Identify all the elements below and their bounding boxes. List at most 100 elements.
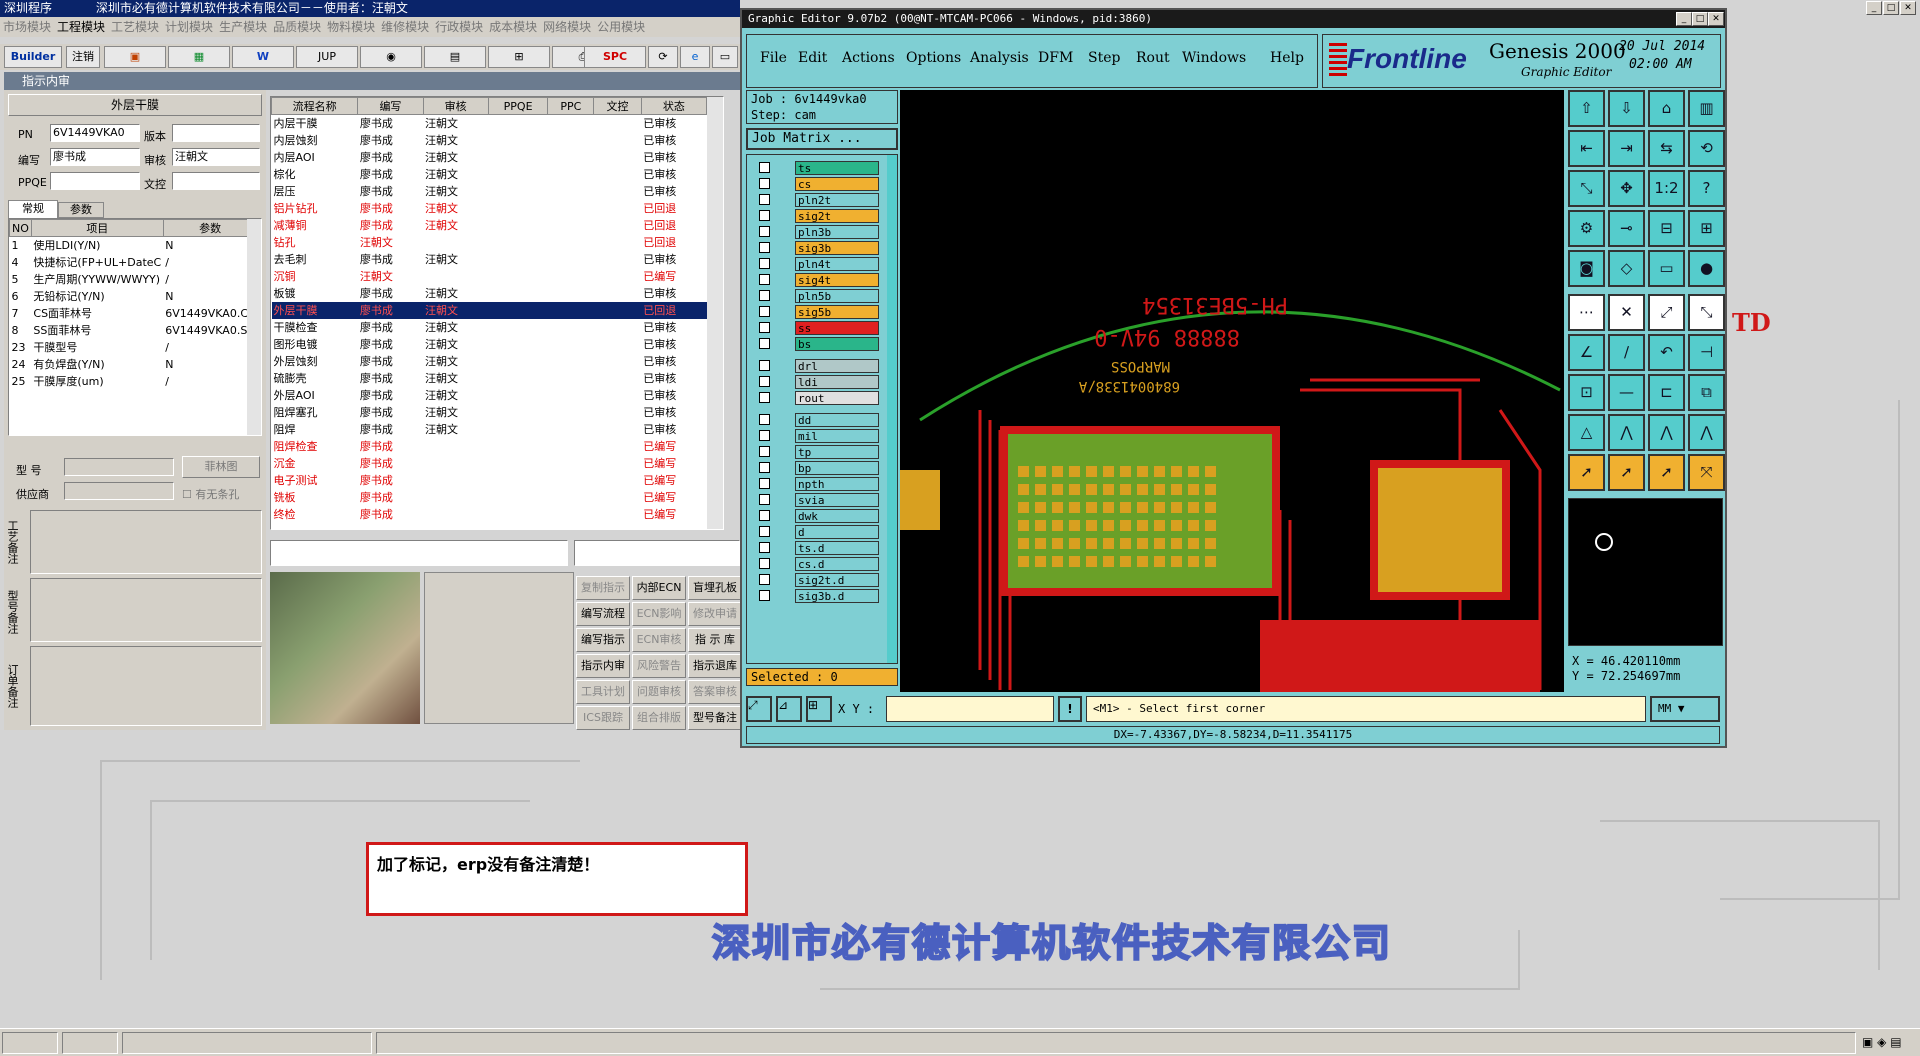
layer-checkbox[interactable] xyxy=(759,430,770,441)
tool-button-icon[interactable]: ? xyxy=(1688,170,1725,207)
layer-checkbox[interactable] xyxy=(759,478,770,489)
action-button[interactable]: 复制指示 xyxy=(576,576,630,600)
action-button[interactable]: 盲埋孔板 xyxy=(688,576,742,600)
layer-row[interactable]: sig2t xyxy=(759,209,879,223)
tool-button-icon[interactable]: ∕ xyxy=(1608,334,1645,371)
module-10[interactable]: 网络模块 xyxy=(543,20,591,34)
model-note-field[interactable] xyxy=(30,578,262,642)
excel-icon[interactable]: ▦ xyxy=(168,46,230,68)
doc-field[interactable] xyxy=(172,172,260,190)
action-button[interactable]: 工具计划 xyxy=(576,680,630,704)
process-note-field[interactable] xyxy=(30,510,262,574)
flow-filter-combo[interactable] xyxy=(270,540,568,566)
tool-button-icon[interactable]: ⊟ xyxy=(1648,210,1685,247)
layer-checkbox[interactable] xyxy=(759,306,770,317)
action-button[interactable]: 型号备注 xyxy=(688,706,742,730)
layer-checkbox[interactable] xyxy=(759,462,770,473)
action-button[interactable]: 编写流程 xyxy=(576,602,630,626)
param-scrollbar[interactable] xyxy=(247,219,261,435)
param-row[interactable]: 6 无铅标记(Y/N) N xyxy=(10,288,257,305)
action-button[interactable]: 编写指示 xyxy=(576,628,630,652)
flow-row[interactable]: 铝片钻孔 廖书成 汪朝文 已回退 xyxy=(272,200,707,217)
tool-button-icon[interactable]: ➚ xyxy=(1608,454,1645,491)
layer-row[interactable]: drl xyxy=(759,359,879,373)
window-icon[interactable]: ▭ xyxy=(712,46,738,68)
tool-button-icon[interactable]: ∠ xyxy=(1568,334,1605,371)
grid-icon[interactable]: ⊞ xyxy=(806,696,832,722)
flow-row[interactable]: 外层干膜 廖书成 汪朝文 已回退 xyxy=(271,301,707,319)
layer-row[interactable]: npth xyxy=(759,477,879,491)
layer-checkbox[interactable] xyxy=(759,510,770,521)
tray-icons[interactable]: ▣ ◈ ▤ xyxy=(1862,1035,1902,1049)
action-button[interactable]: 修改申请 xyxy=(688,602,742,626)
layer-row[interactable]: pln3b xyxy=(759,225,879,239)
module-9[interactable]: 成本模块 xyxy=(489,20,537,34)
tool-button-icon[interactable]: ⋀ xyxy=(1688,414,1725,451)
flow-row[interactable]: 阻焊 廖书成 汪朝文 已审核 xyxy=(272,421,707,438)
action-button[interactable]: 指 示 库 xyxy=(688,628,742,652)
layer-checkbox[interactable] xyxy=(759,360,770,371)
flow-scrollbar[interactable] xyxy=(707,97,723,529)
tool-button-icon[interactable]: ⇧ xyxy=(1568,90,1605,127)
layer-row[interactable]: ldi xyxy=(759,375,879,389)
refresh-icon[interactable]: ⟳ xyxy=(648,46,678,68)
layer-checkbox[interactable] xyxy=(759,178,770,189)
model-field[interactable] xyxy=(64,458,174,476)
action-button[interactable]: 风险警告 xyxy=(632,654,686,678)
eye-icon[interactable]: ◉ xyxy=(360,46,422,68)
network-icon[interactable]: ⊞ xyxy=(488,46,550,68)
tool-button-icon[interactable]: ⇤ xyxy=(1568,130,1605,167)
ie-icon[interactable]: e xyxy=(680,46,710,68)
menu-actions[interactable]: Actions xyxy=(842,50,895,66)
layer-row[interactable]: pln5b xyxy=(759,289,879,303)
layer-row[interactable]: cs.d xyxy=(759,557,879,571)
flow-row[interactable]: 内层干膜 廖书成 汪朝文 已审核 xyxy=(272,115,707,132)
layer-row[interactable]: ss xyxy=(759,321,879,335)
layer-checkbox[interactable] xyxy=(759,542,770,553)
layer-row[interactable]: sig2t.d xyxy=(759,573,879,587)
layer-checkbox[interactable] xyxy=(759,494,770,505)
layer-checkbox[interactable] xyxy=(759,558,770,569)
flow-row[interactable]: 电子测试 廖书成 已编写 xyxy=(272,472,707,489)
tool-button-icon[interactable]: ➚ xyxy=(1568,454,1605,491)
desktop-maximize-button[interactable]: □ xyxy=(1883,1,1899,15)
pn-field[interactable]: 6V1449VKA0 xyxy=(50,124,140,142)
layer-checkbox[interactable] xyxy=(759,338,770,349)
flow-row[interactable]: 阻焊塞孔 廖书成 汪朝文 已审核 xyxy=(272,404,707,421)
layer-checkbox[interactable] xyxy=(759,242,770,253)
tool-button-icon[interactable]: ✥ xyxy=(1608,170,1645,207)
tool-button-icon[interactable]: ⋯ xyxy=(1568,294,1605,331)
layer-checkbox[interactable] xyxy=(759,194,770,205)
tool-button-icon[interactable]: ⊏ xyxy=(1648,374,1685,411)
tool-button-icon[interactable]: 1:2 xyxy=(1648,170,1685,207)
tool-button-icon[interactable]: ⤡ xyxy=(1688,294,1725,331)
layer-row[interactable]: bp xyxy=(759,461,879,475)
layer-checkbox[interactable] xyxy=(759,446,770,457)
menu-analysis[interactable]: Analysis xyxy=(970,50,1029,66)
layer-checkbox[interactable] xyxy=(759,274,770,285)
tool-button-icon[interactable]: ⧉ xyxy=(1688,374,1725,411)
layer-row[interactable]: pln4t xyxy=(759,257,879,271)
editor-field[interactable]: 廖书成 xyxy=(50,148,140,166)
layer-checkbox[interactable] xyxy=(759,574,770,585)
module-6[interactable]: 物料模块 xyxy=(327,20,375,34)
action-button[interactable]: ECN影响 xyxy=(632,602,686,626)
zoom-box-icon[interactable]: ⤢ xyxy=(746,696,772,722)
layer-row[interactable]: pln2t xyxy=(759,193,879,207)
tool-button-icon[interactable]: ⤧ xyxy=(1688,454,1725,491)
flow-row[interactable]: 钻孔 汪朝文 已回退 xyxy=(272,234,707,251)
flow-row[interactable]: 棕化 廖书成 汪朝文 已审核 xyxy=(272,166,707,183)
param-row[interactable]: 5 生产周期(YYWW/WWYY) / xyxy=(10,271,257,288)
tool-button-icon[interactable]: ↶ xyxy=(1648,334,1685,371)
desktop-minimize-button[interactable]: _ xyxy=(1866,1,1882,15)
module-5[interactable]: 品质模块 xyxy=(273,20,321,34)
layer-scrollbar[interactable] xyxy=(887,155,897,663)
param-row[interactable]: 24 有负焊盘(Y/N) N xyxy=(10,356,257,373)
action-button[interactable]: ICS跟踪 xyxy=(576,706,630,730)
flow-row[interactable]: 外层蚀刻 廖书成 汪朝文 已审核 xyxy=(272,353,707,370)
book-icon[interactable]: ▤ xyxy=(424,46,486,68)
flow-row[interactable]: 终检 廖书成 已编写 xyxy=(272,506,707,523)
module-2[interactable]: 工艺模块 xyxy=(111,20,159,34)
tool-button-icon[interactable]: ◙ xyxy=(1568,250,1605,287)
flow-row[interactable]: 沉金 廖书成 已编写 xyxy=(272,455,707,472)
